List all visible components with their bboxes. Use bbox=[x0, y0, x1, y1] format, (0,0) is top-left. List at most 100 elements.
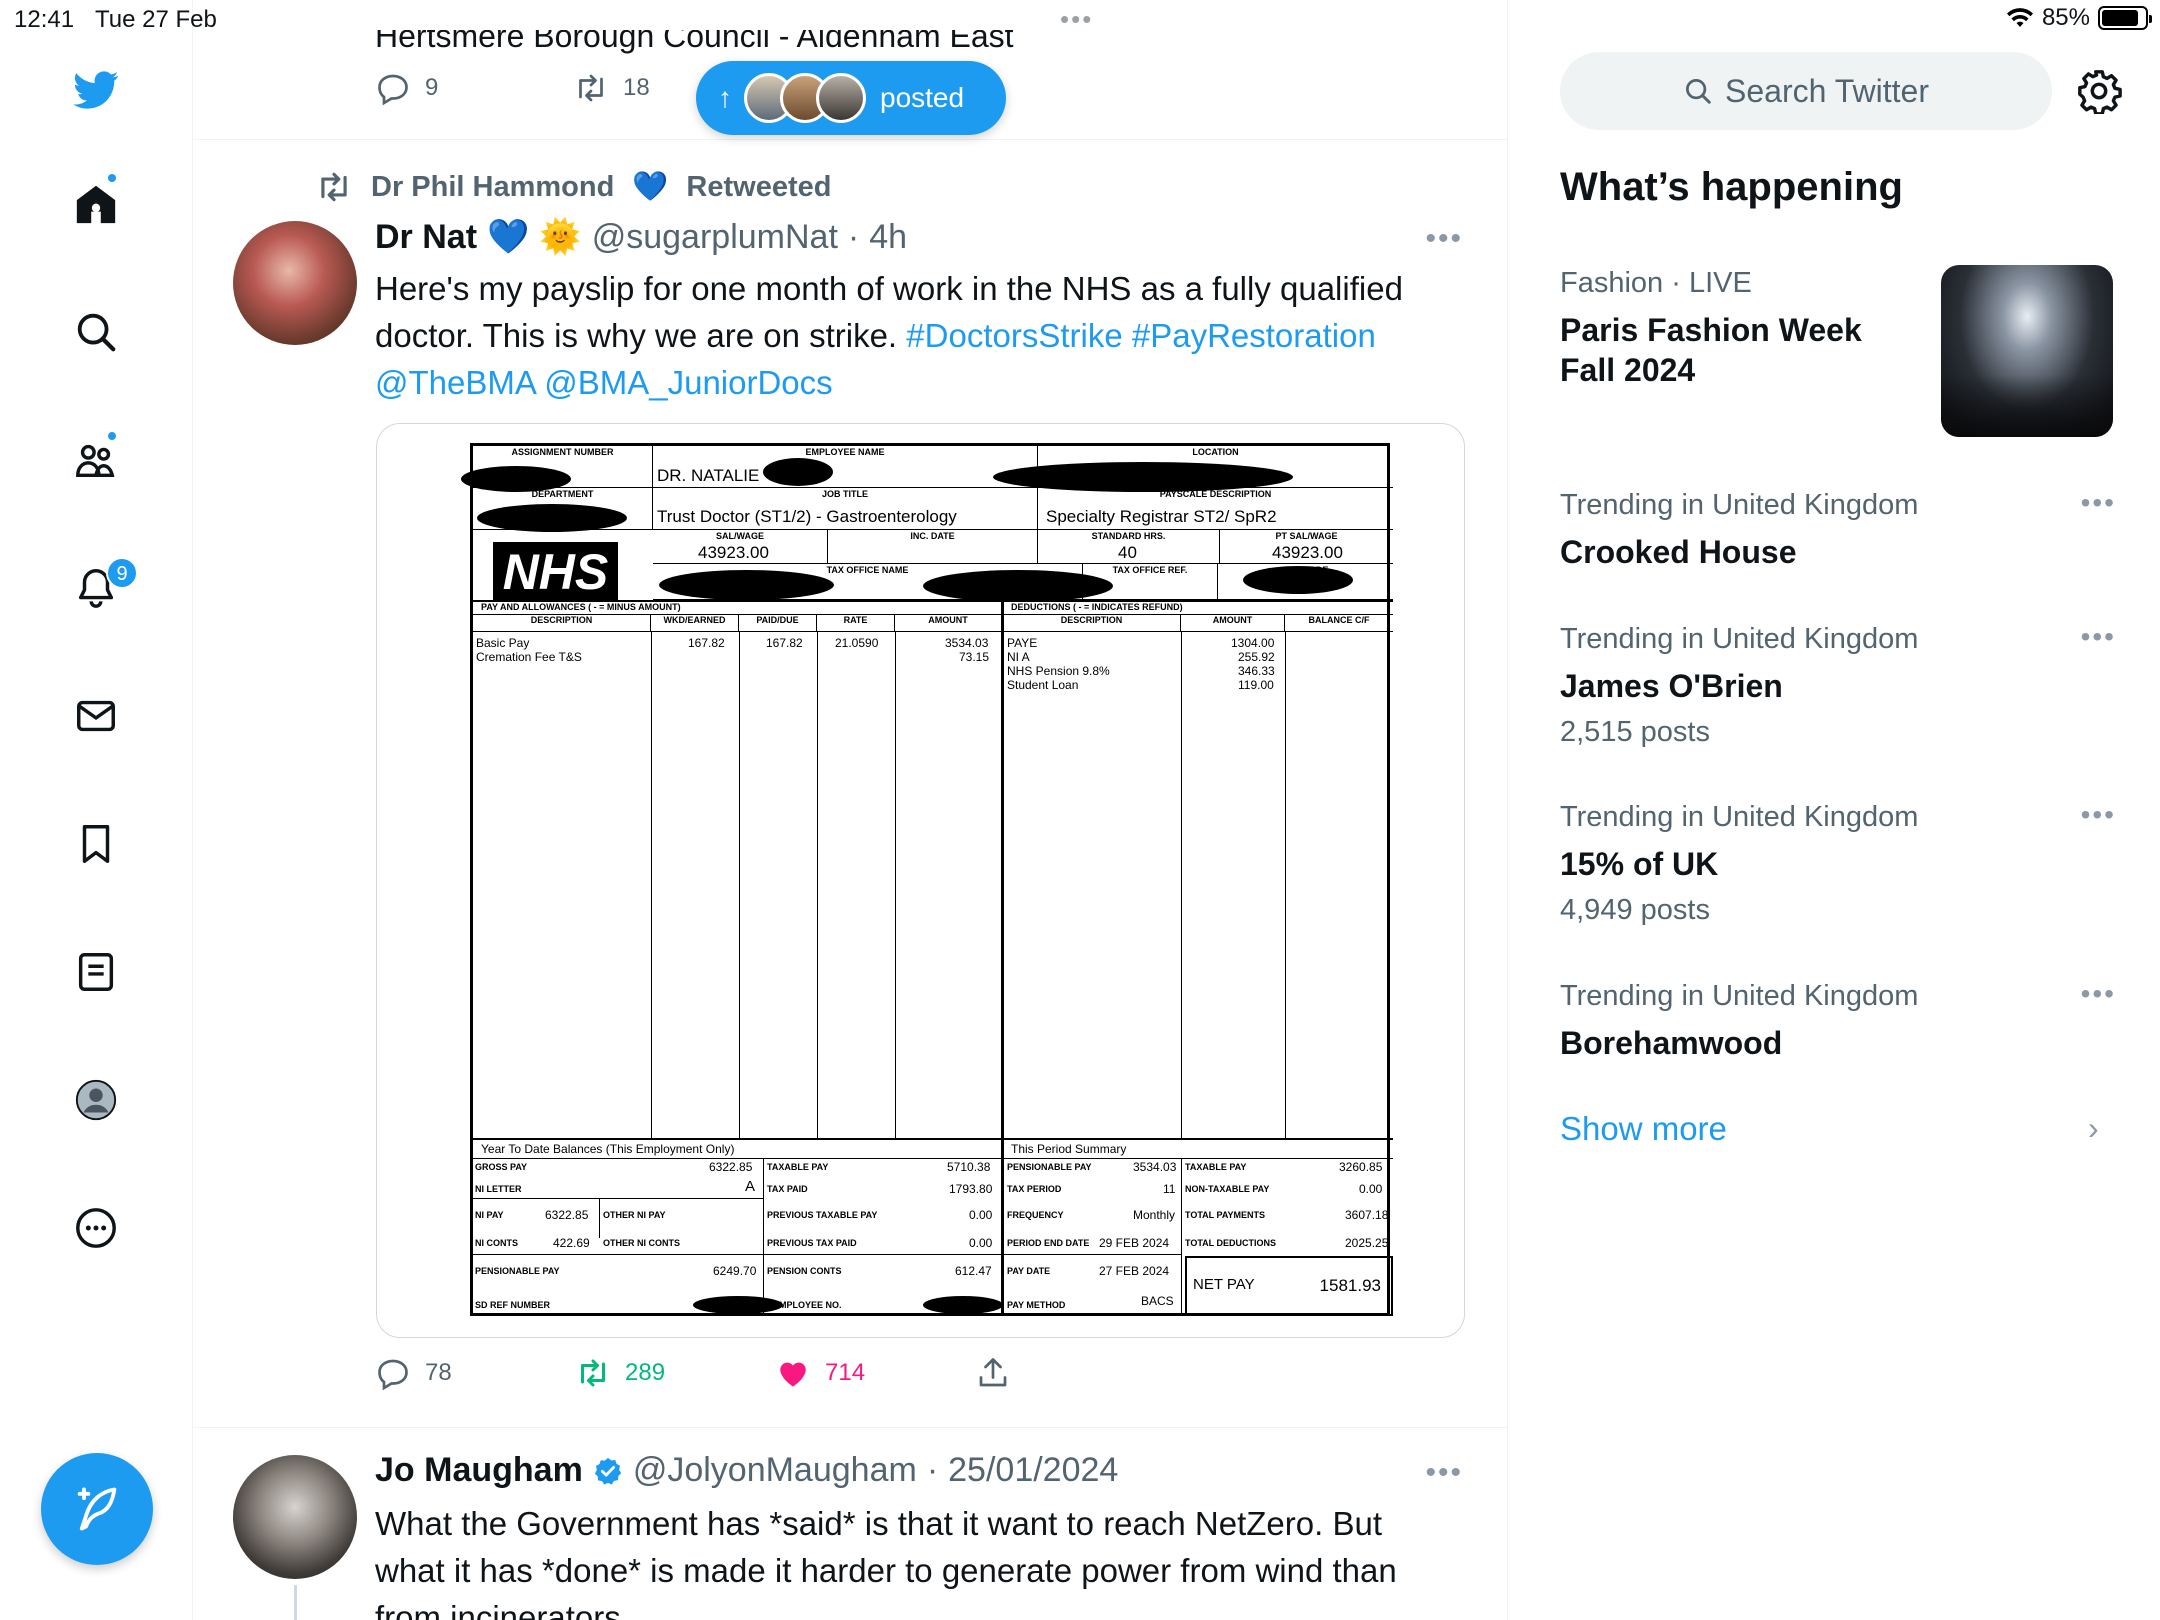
author-name[interactable]: Jo Maugham bbox=[375, 1451, 583, 1490]
tweet-image-payslip[interactable]: ASSIGNMENT NUMBER EMPLOYEE NAME DR. NATAL… bbox=[376, 423, 1465, 1338]
retweet-button[interactable]: 289 bbox=[575, 1355, 665, 1391]
ps-value: 3607.18 bbox=[1345, 1208, 1389, 1222]
search-placeholder: Search Twitter bbox=[1725, 72, 1929, 109]
new-posts-pill[interactable]: ↑ posted bbox=[696, 61, 1006, 135]
tweet-text: Here's my payslip for one month of work … bbox=[375, 265, 1435, 406]
reply-icon bbox=[378, 1359, 408, 1391]
twitter-logo-icon[interactable] bbox=[70, 64, 122, 116]
ps-label: FREQUENCY bbox=[1007, 1210, 1064, 1220]
trend-more-icon[interactable]: ••• bbox=[2081, 978, 2116, 1010]
trend-name[interactable]: Borehamwood bbox=[1560, 1023, 1782, 1063]
hashtag-link[interactable]: #DoctorsStrike bbox=[906, 317, 1122, 354]
trend-name[interactable]: 15% of UK bbox=[1560, 844, 1718, 884]
ps-value: 0.00 bbox=[969, 1236, 993, 1250]
more-options-icon[interactable] bbox=[70, 1202, 122, 1254]
author-handle[interactable]: @JolyonMaugham bbox=[633, 1451, 917, 1490]
share-button[interactable] bbox=[975, 1355, 1011, 1391]
trend-name[interactable]: Paris Fashion Week Fall 2024 bbox=[1560, 310, 1900, 390]
trend-post-count: 2,515 posts bbox=[1560, 716, 1710, 748]
ps-label: INC. DATE bbox=[910, 531, 955, 541]
ps-col-head: DESCRIPTION bbox=[1003, 615, 1181, 631]
ps-deductions-section-header: DEDUCTIONS ( - = INDICATES REFUND) bbox=[1003, 600, 1393, 612]
ps-label: PENSIONABLE PAY bbox=[475, 1266, 560, 1276]
trend-category[interactable]: Trending in United Kingdom bbox=[1560, 801, 1918, 834]
lists-icon[interactable] bbox=[70, 946, 122, 998]
multitasking-dots-icon[interactable]: ••• bbox=[1060, 4, 1093, 35]
communities-icon[interactable] bbox=[70, 434, 122, 486]
author-handle[interactable]: @sugarplumNat bbox=[592, 218, 838, 257]
prev-retweet-button[interactable]: 18 bbox=[573, 70, 650, 106]
ps-label: ASSIGNMENT NUMBER bbox=[511, 447, 614, 457]
compose-feather-icon bbox=[77, 1487, 117, 1531]
ps-value: 422.69 bbox=[553, 1236, 590, 1250]
trend-more-icon[interactable]: ••• bbox=[2081, 799, 2116, 831]
ps-pay-section-header: PAY AND ALLOWANCES ( - = MINUS AMOUNT) bbox=[473, 600, 1003, 612]
redaction-mark bbox=[923, 1296, 1003, 1314]
timeline[interactable]: Hertsmere Borough Council - Aldenham Eas… bbox=[193, 0, 1508, 1620]
ps-label: PT SAL/WAGE bbox=[1275, 531, 1338, 541]
ps-period-title: This Period Summary bbox=[1011, 1142, 1127, 1156]
author-name[interactable]: Dr Nat bbox=[375, 218, 477, 257]
show-more-link[interactable]: Show more bbox=[1560, 1110, 1727, 1148]
reply-count: 78 bbox=[425, 1359, 452, 1386]
redaction-mark bbox=[477, 504, 627, 532]
tweet-more-icon[interactable]: ••• bbox=[1425, 1456, 1463, 1490]
trend-more-icon[interactable]: ••• bbox=[2081, 621, 2116, 653]
ps-value: DR. NATALIE bbox=[657, 466, 760, 485]
search-bar[interactable]: Search Twitter bbox=[1560, 52, 2052, 130]
reply-button[interactable]: 78 bbox=[375, 1355, 452, 1391]
prev-reply-button[interactable]: 9 bbox=[375, 70, 438, 106]
settings-gear-icon[interactable] bbox=[2076, 68, 2122, 114]
ps-payscale: PAYSCALE DESCRIPTION Specialty Registrar … bbox=[1038, 488, 1393, 530]
ps-col-head: AMOUNT bbox=[1181, 615, 1285, 631]
author-avatar[interactable] bbox=[233, 221, 357, 345]
ps-label: NET PAY bbox=[1193, 1276, 1255, 1293]
trend-category-label: Fashion bbox=[1560, 267, 1664, 299]
redaction-mark bbox=[1243, 566, 1353, 594]
whats-happening-title: What’s happening bbox=[1560, 165, 1903, 209]
trend-more-icon[interactable]: ••• bbox=[2081, 487, 2116, 519]
messages-icon[interactable] bbox=[70, 690, 122, 742]
mention-link[interactable]: @TheBMA bbox=[375, 364, 535, 401]
trend-post-count: 4,949 posts bbox=[1560, 894, 1710, 926]
ps-label: STANDARD HRS. bbox=[1091, 531, 1166, 541]
ps-label: NI LETTER bbox=[475, 1184, 522, 1194]
trend-name[interactable]: Crooked House bbox=[1560, 532, 1796, 572]
trend-category[interactable]: Trending in United Kingdom bbox=[1560, 980, 1918, 1013]
retweet-count: 289 bbox=[625, 1359, 666, 1386]
author-avatar[interactable] bbox=[233, 1455, 357, 1579]
hashtag-link[interactable]: #PayRestoration bbox=[1132, 317, 1376, 354]
status-date: Tue 27 Feb bbox=[95, 6, 217, 33]
home-icon[interactable] bbox=[70, 178, 122, 230]
blue-heart-icon: 💙 bbox=[487, 218, 530, 256]
tweet-time[interactable]: 25/01/2024 bbox=[948, 1451, 1118, 1490]
chevron-right-icon[interactable]: › bbox=[2088, 1110, 2099, 1147]
trend-category[interactable]: Trending in United Kingdom bbox=[1560, 623, 1918, 656]
bookmarks-icon[interactable] bbox=[70, 818, 122, 870]
ps-label: PENSION CONTS bbox=[767, 1266, 842, 1276]
search-icon[interactable] bbox=[70, 306, 122, 358]
ps-col-head: BALANCE C/F bbox=[1308, 615, 1370, 625]
trend-name[interactable]: James O'Brien bbox=[1560, 666, 1783, 706]
trend-thumbnail-image[interactable] bbox=[1941, 265, 2113, 437]
compose-tweet-button[interactable] bbox=[41, 1453, 153, 1565]
like-button[interactable]: 714 bbox=[775, 1355, 865, 1391]
tweet-time[interactable]: 4h bbox=[869, 218, 907, 257]
ps-pay-columns: DESCRIPTION WKD/EARNED PAID/DUE RATE AMO… bbox=[473, 614, 1001, 632]
ps-pt-sal: PT SAL/WAGE 43923.00 bbox=[1220, 530, 1393, 564]
ps-label: EMPLOYEE NO. bbox=[773, 1300, 842, 1310]
retweeted-by-line[interactable]: Dr Phil Hammond 💙 Retweeted bbox=[315, 168, 831, 206]
mention-link[interactable]: @BMA_JuniorDocs bbox=[544, 364, 832, 401]
ps-label: SAL/WAGE bbox=[715, 531, 764, 541]
ps-value: 43923.00 bbox=[698, 543, 769, 562]
trend-category[interactable]: Fashion · LIVE bbox=[1560, 267, 1752, 300]
redaction-mark bbox=[993, 462, 1293, 492]
tweet-more-icon[interactable]: ••• bbox=[1425, 222, 1463, 256]
profile-avatar-icon[interactable] bbox=[70, 1074, 122, 1126]
ps-pay-desc: Cremation Fee T&S bbox=[476, 650, 582, 664]
trend-category[interactable]: Trending in United Kingdom bbox=[1560, 489, 1918, 522]
ps-col-head: RATE bbox=[817, 615, 895, 631]
ps-value: 6322.85 bbox=[545, 1208, 589, 1222]
ps-value: 5710.38 bbox=[947, 1160, 991, 1174]
redaction-mark bbox=[923, 570, 1113, 602]
